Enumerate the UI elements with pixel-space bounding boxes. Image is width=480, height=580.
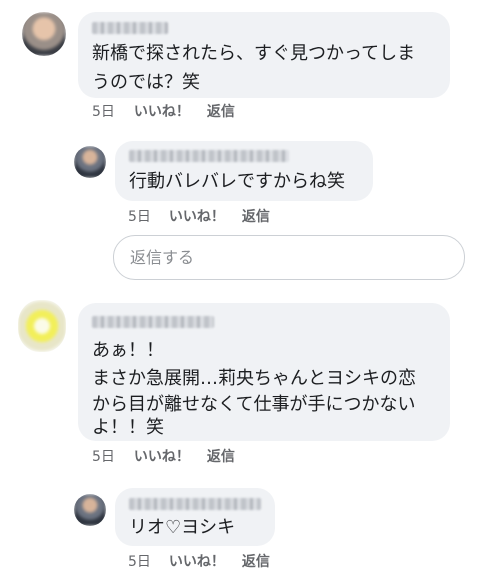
reply-input-box[interactable] bbox=[113, 235, 465, 280]
reply-button[interactable]: 返信 bbox=[242, 551, 270, 571]
reply-button[interactable]: 返信 bbox=[207, 446, 235, 466]
reply-button[interactable]: 返信 bbox=[242, 206, 270, 226]
comment-actions: 5日 いいね！ 返信 bbox=[92, 101, 235, 121]
avatar[interactable] bbox=[74, 146, 106, 178]
commenter-name[interactable] bbox=[129, 498, 261, 510]
comment-text: あぁ！！ bbox=[92, 340, 164, 361]
commenter-name[interactable] bbox=[92, 316, 214, 328]
commenter-name[interactable] bbox=[92, 22, 168, 34]
comment-actions: 5日 いいね！ 返信 bbox=[92, 446, 235, 466]
reply-actions: 5日 いいね！ 返信 bbox=[128, 206, 270, 226]
reply-text: 行動バレバレですからね笑 bbox=[129, 171, 345, 192]
reply-button[interactable]: 返信 bbox=[207, 101, 235, 121]
reply-input[interactable] bbox=[114, 236, 464, 279]
comment-text: 新橋で探されたら、すぐ見つかってしま bbox=[92, 43, 416, 64]
comment-text: うのでは？笑 bbox=[92, 72, 200, 93]
avatar[interactable] bbox=[18, 300, 66, 352]
comment-text: まさか急展開…莉央ちゃんとヨシキの恋 bbox=[92, 368, 416, 389]
timestamp[interactable]: 5日 bbox=[128, 551, 151, 571]
reply-actions: 5日 いいね！ 返信 bbox=[128, 551, 270, 571]
timestamp[interactable]: 5日 bbox=[92, 446, 115, 466]
comment-bubble: あぁ！！ まさか急展開…莉央ちゃんとヨシキの恋 から目が離せなくて仕事が手につか… bbox=[78, 303, 450, 441]
like-button[interactable]: いいね！ bbox=[134, 446, 190, 466]
reply-bubble: 行動バレバレですからね笑 bbox=[115, 141, 373, 201]
reply-bubble: リオ♡ヨシキ bbox=[115, 488, 275, 546]
like-button[interactable]: いいね！ bbox=[134, 101, 190, 121]
timestamp[interactable]: 5日 bbox=[128, 206, 151, 226]
commenter-name[interactable] bbox=[129, 150, 289, 162]
reply-text: リオ♡ヨシキ bbox=[129, 517, 236, 538]
avatar[interactable] bbox=[74, 494, 106, 526]
timestamp[interactable]: 5日 bbox=[92, 101, 115, 121]
comment-text: よ！！笑 bbox=[92, 417, 164, 438]
like-button[interactable]: いいね！ bbox=[169, 551, 225, 571]
comment-bubble: 新橋で探されたら、すぐ見つかってしま うのでは？笑 bbox=[78, 12, 450, 98]
avatar[interactable] bbox=[22, 12, 66, 56]
like-button[interactable]: いいね！ bbox=[169, 206, 225, 226]
